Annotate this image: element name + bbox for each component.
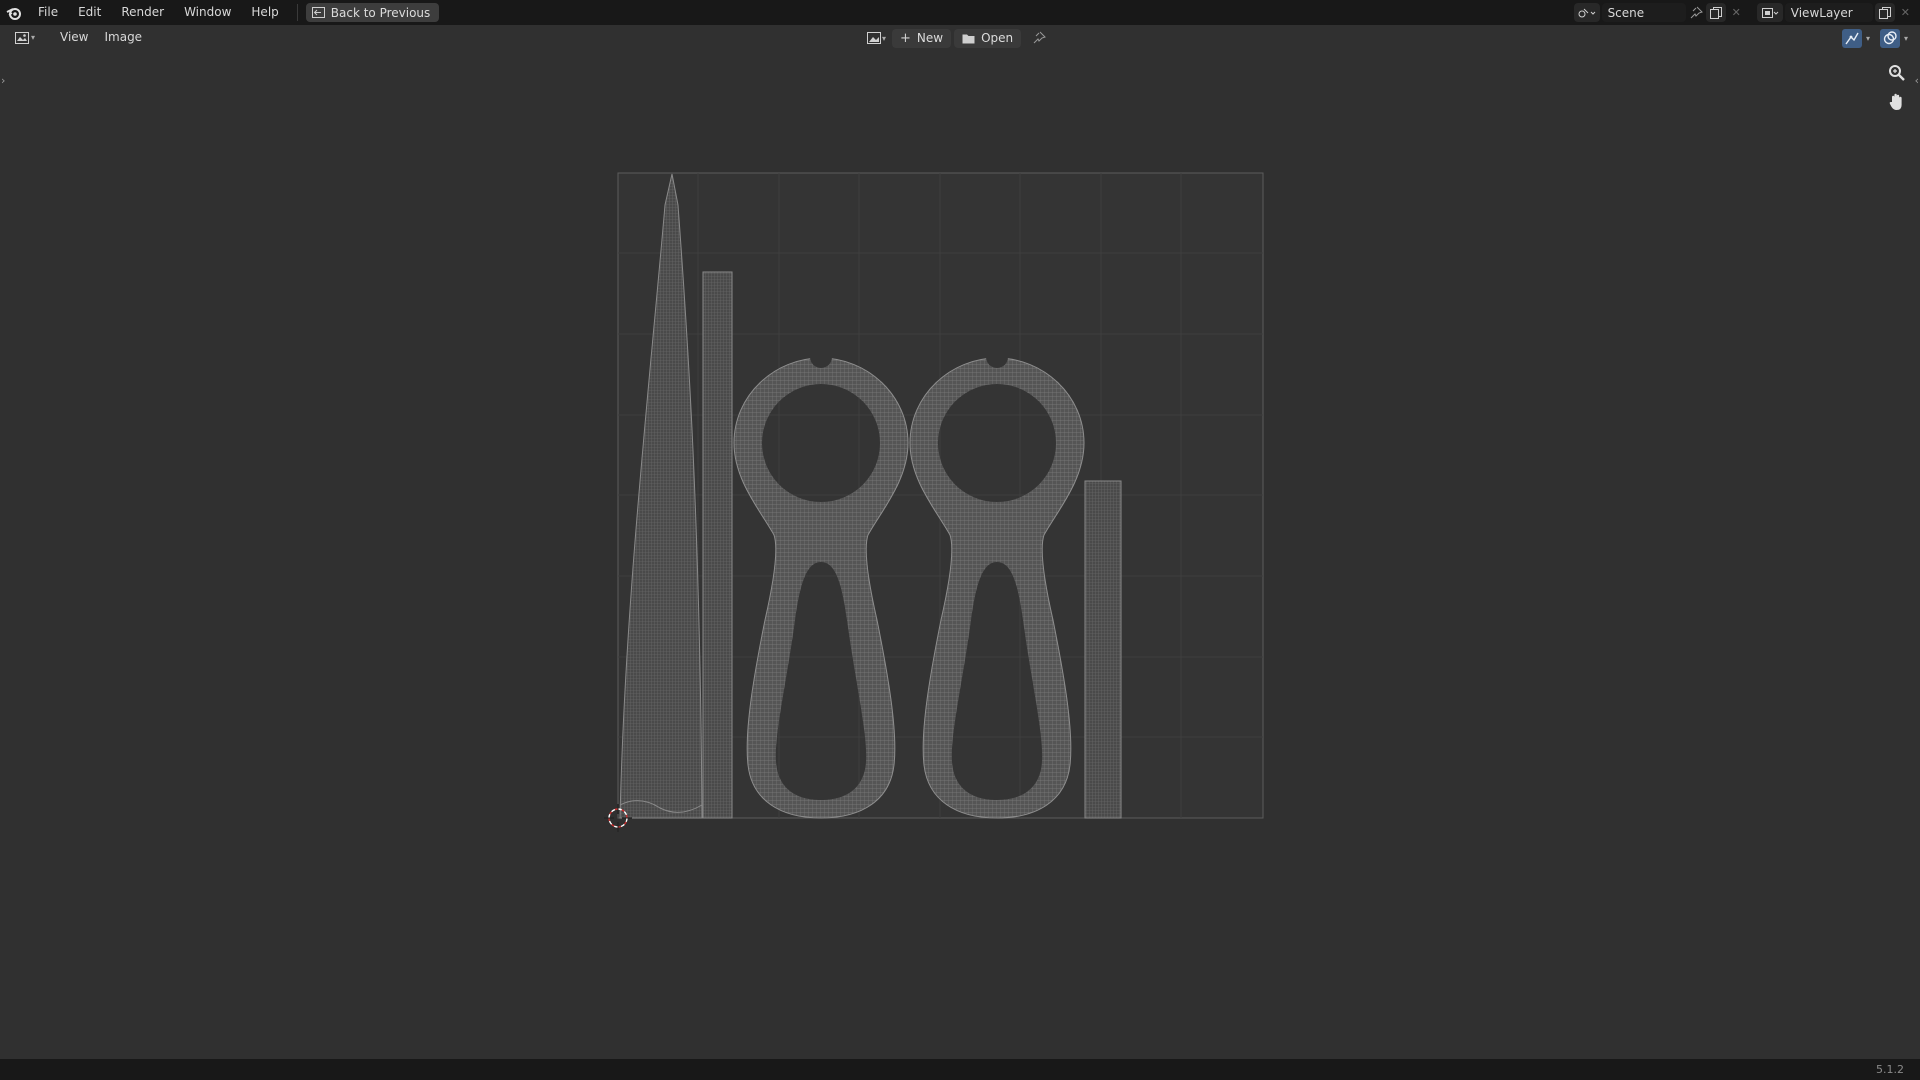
uv-island-strip-right: [1084, 480, 1122, 819]
version-label: 5.1.2: [1876, 1063, 1904, 1076]
uv-editor-canvas[interactable]: [0, 0, 1920, 1080]
uv-island-strip-left: [702, 271, 733, 819]
status-bar: 5.1.2: [0, 1059, 1920, 1080]
